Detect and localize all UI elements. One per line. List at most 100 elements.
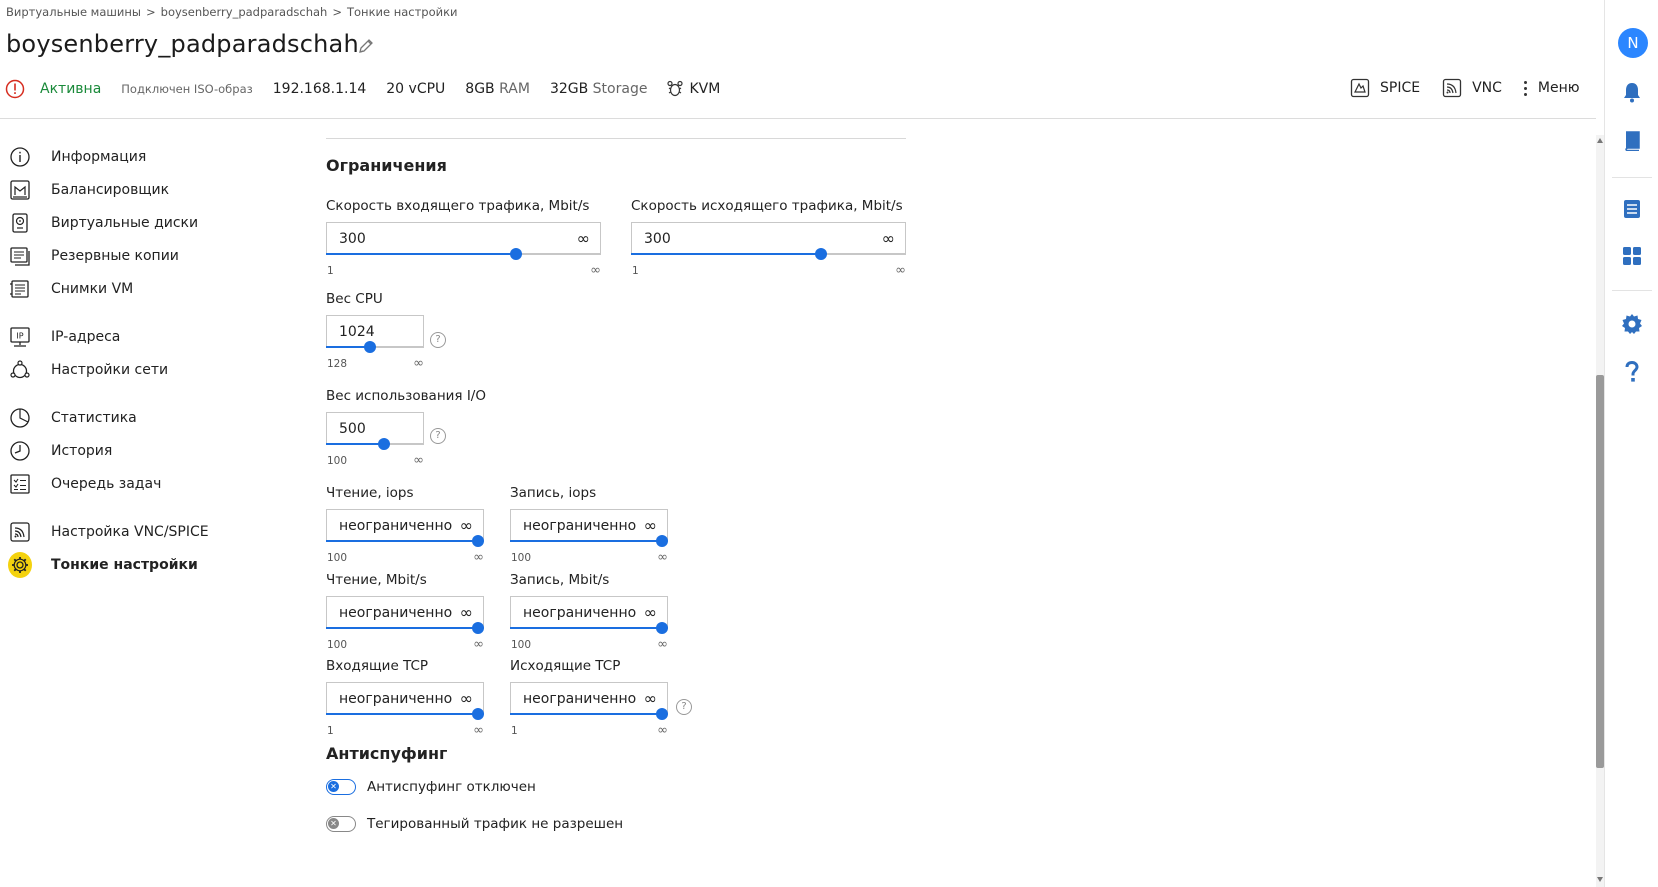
sidebar-item-disks[interactable]: Виртуальные диски [8, 206, 238, 239]
spice-label: SPICE [1380, 80, 1421, 96]
sidebar-item-ip[interactable]: IP IP-адреса [8, 320, 238, 353]
antispoofing-toggle[interactable]: ✕ [326, 779, 356, 795]
write-iops-input[interactable]: неограниченно [523, 518, 636, 534]
antispoofing-toggle-label: Антиспуфинг отключен [367, 779, 536, 795]
storage-size: 32GB Storage [550, 81, 648, 97]
write-mbit-label: Запись, Mbit/s [510, 572, 610, 588]
header-divider [0, 118, 1596, 119]
vnc-label: VNC [1472, 80, 1502, 96]
help-icon[interactable]: ? [430, 428, 446, 444]
cpu-weight-input[interactable]: 1024 [339, 324, 375, 340]
ram-value: 8GB [465, 81, 495, 97]
book-icon [1625, 131, 1640, 151]
breadcrumb-item[interactable]: Виртуальные машины [6, 5, 141, 19]
slider-min: 100 [511, 639, 532, 651]
backup-icon [8, 244, 32, 268]
sidebar-item-snapshots[interactable]: Снимки VM [8, 272, 238, 305]
infinity-button[interactable]: ∞ [460, 603, 473, 622]
docs-button[interactable] [1618, 127, 1646, 155]
incoming-tcp-input[interactable]: неограниченно [339, 691, 452, 707]
breadcrumb-separator: > [146, 5, 156, 19]
breadcrumb-item[interactable]: boysenberry_padparadschah [161, 5, 328, 19]
grid-icon [1623, 247, 1641, 265]
edit-icon[interactable] [357, 37, 375, 55]
sidebar-item-label: Настройки сети [51, 361, 169, 378]
menu-button[interactable]: Меню [1523, 80, 1580, 96]
outgoing-traffic-input[interactable]: 300 [644, 231, 671, 247]
write-mbit-input[interactable]: неограниченно [523, 605, 636, 621]
read-iops-input[interactable]: неограниченно [339, 518, 452, 534]
rail-divider [1612, 177, 1652, 178]
breadcrumb-current: Тонкие настройки [346, 5, 458, 19]
settings-button[interactable] [1618, 310, 1646, 338]
slider-max: ∞ [473, 637, 484, 652]
sidebar-item-fine-tuning[interactable]: Тонкие настройки [8, 548, 238, 581]
scroll-down-icon[interactable] [1597, 877, 1603, 882]
sidebar-item-label: Статистика [51, 409, 137, 426]
avatar[interactable]: N [1618, 28, 1648, 58]
sidebar-item-label: Тонкие настройки [51, 556, 198, 573]
help-button[interactable] [1618, 358, 1646, 386]
infinity-button[interactable]: ∞ [460, 689, 473, 708]
close-icon: ✕ [328, 818, 339, 829]
gear-icon [8, 551, 32, 578]
slider-handle[interactable] [656, 535, 668, 547]
help-icon[interactable]: ? [676, 699, 692, 715]
slider-handle[interactable] [378, 438, 390, 450]
sidebar-item-history[interactable]: История [8, 434, 238, 467]
ram-unit: RAM [499, 81, 530, 97]
tagged-traffic-toggle[interactable]: ✕ [326, 816, 356, 832]
antispoofing-title: Антиспуфинг [326, 744, 448, 763]
slider-handle[interactable] [656, 708, 668, 720]
slider-handle[interactable] [510, 248, 522, 260]
infinity-button[interactable]: ∞ [577, 229, 590, 248]
slider-handle[interactable] [364, 341, 376, 353]
infinity-button[interactable]: ∞ [644, 689, 657, 708]
slider-handle[interactable] [472, 622, 484, 634]
sidebar-item-statistics[interactable]: Статистика [8, 401, 238, 434]
scroll-up-icon[interactable] [1597, 138, 1603, 143]
slider-handle[interactable] [472, 535, 484, 547]
infinity-button[interactable]: ∞ [644, 603, 657, 622]
read-mbit-label: Чтение, Mbit/s [326, 572, 427, 588]
slider-max: ∞ [895, 263, 906, 278]
close-icon: ✕ [328, 781, 339, 792]
snapshot-icon [8, 277, 32, 301]
slider-max: ∞ [657, 723, 668, 738]
sidebar-item-info[interactable]: Информация [8, 140, 238, 173]
breadcrumb-separator: > [332, 5, 342, 19]
limits-title: Ограничения [326, 156, 447, 175]
vnc-button[interactable]: VNC [1442, 78, 1502, 98]
slider-handle[interactable] [815, 248, 827, 260]
storage-unit: Storage [592, 81, 648, 97]
slider-min: 1 [327, 265, 334, 277]
infinity-button[interactable]: ∞ [882, 229, 895, 248]
read-mbit-input[interactable]: неограниченно [339, 605, 452, 621]
slider-min: 100 [327, 455, 348, 467]
outgoing-tcp-input[interactable]: неограниченно [523, 691, 636, 707]
sidebar-item-backups[interactable]: Резервные копии [8, 239, 238, 272]
spice-button[interactable]: SPICE [1350, 78, 1420, 98]
dashboard-button[interactable] [1618, 242, 1646, 270]
sidebar-item-tasks[interactable]: Очередь задач [8, 467, 238, 500]
antispoofing-toggle-row: ✕ Антиспуфинг отключен [326, 779, 536, 795]
sidebar-item-network[interactable]: Настройки сети [8, 353, 238, 386]
vnc-icon [1442, 78, 1462, 98]
list-button[interactable] [1618, 195, 1646, 223]
incoming-traffic-input[interactable]: 300 [339, 231, 366, 247]
outgoing-traffic-label: Скорость исходящего трафика, Mbit/s [631, 198, 903, 214]
help-icon[interactable]: ? [430, 332, 446, 348]
breadcrumb: Виртуальные машины > boysenberry_padparads… [6, 5, 458, 19]
warning-icon[interactable] [4, 78, 26, 100]
spice-icon [1350, 78, 1370, 98]
infinity-button[interactable]: ∞ [644, 516, 657, 535]
sidebar-item-vnc-spice[interactable]: Настройка VNC/SPICE [8, 515, 238, 548]
scrollbar-thumb[interactable] [1596, 375, 1604, 768]
read-iops-label: Чтение, iops [326, 485, 414, 501]
sidebar-item-balancer[interactable]: Балансировщик [8, 173, 238, 206]
io-weight-input[interactable]: 500 [339, 421, 366, 437]
slider-handle[interactable] [656, 622, 668, 634]
notifications-button[interactable] [1618, 78, 1646, 106]
infinity-button[interactable]: ∞ [460, 516, 473, 535]
slider-handle[interactable] [472, 708, 484, 720]
